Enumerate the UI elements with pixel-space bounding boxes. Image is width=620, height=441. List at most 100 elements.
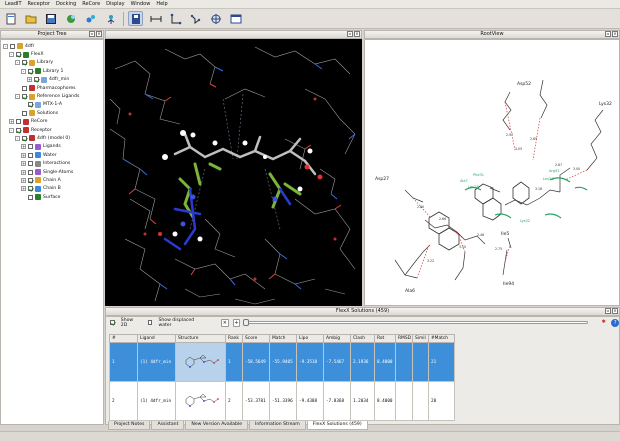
tree-item[interactable]: + Ligands	[1, 143, 103, 151]
visibility-checkbox[interactable]	[16, 52, 21, 58]
fragment-icon[interactable]	[83, 11, 98, 26]
tree-item[interactable]: - Library	[1, 59, 103, 67]
float-icon[interactable]: ▫	[605, 31, 611, 37]
column-header[interactable]: #	[109, 334, 138, 343]
collapse-icon[interactable]: -	[15, 135, 20, 141]
tree-item[interactable]: Solutions	[1, 109, 103, 117]
visibility-checkbox[interactable]	[22, 94, 27, 100]
tree-item[interactable]: - Library 1	[1, 67, 103, 75]
remove-icon[interactable]: ×	[221, 318, 229, 327]
expand-icon[interactable]: +	[21, 161, 26, 167]
visibility-checkbox[interactable]	[28, 68, 33, 74]
column-header[interactable]: Lipo	[296, 334, 324, 343]
bookmark-icon[interactable]	[128, 11, 143, 26]
save-icon[interactable]	[43, 11, 58, 26]
settings-icon[interactable]: ✱	[600, 319, 607, 327]
menu-receptor[interactable]: Receptor	[25, 0, 53, 9]
column-header[interactable]: Rank	[225, 334, 243, 343]
expand-icon[interactable]: +	[9, 119, 14, 125]
new-file-icon[interactable]	[3, 11, 18, 26]
menu-window[interactable]: Window	[128, 0, 154, 9]
tree-item[interactable]: Surface	[1, 193, 103, 201]
tree-item[interactable]: - 4dfr (model 0)	[1, 134, 103, 142]
visibility-checkbox[interactable]	[16, 127, 21, 133]
measure-distance-icon[interactable]	[148, 11, 163, 26]
visibility-checkbox[interactable]	[28, 186, 33, 192]
column-header[interactable]: Clash	[350, 334, 375, 343]
column-header[interactable]: Simil	[412, 334, 429, 343]
expand-icon[interactable]: +	[21, 177, 26, 183]
column-header[interactable]: Score	[242, 334, 270, 343]
menu-docking[interactable]: Docking	[53, 0, 79, 9]
tree-item[interactable]: + Single-Atoms	[1, 168, 103, 176]
tree-item[interactable]: - FlexX	[1, 50, 103, 58]
build-icon[interactable]	[103, 11, 118, 26]
visibility-checkbox[interactable]	[28, 144, 33, 150]
show-2d-checkbox[interactable]	[110, 320, 115, 325]
layout-icon[interactable]	[228, 11, 243, 26]
expand-icon[interactable]: +	[21, 144, 26, 150]
collapse-icon[interactable]: -	[15, 94, 20, 100]
open-folder-icon[interactable]	[23, 11, 38, 26]
expand-icon[interactable]: +	[21, 152, 26, 158]
tree-item[interactable]: - Reference Ligands	[1, 92, 103, 100]
visibility-checkbox[interactable]	[28, 194, 33, 200]
docking-icon[interactable]	[63, 11, 78, 26]
menu-help[interactable]: Help	[153, 0, 170, 9]
bottom-tab[interactable]: Information Stream	[249, 421, 306, 430]
visibility-checkbox[interactable]	[22, 85, 27, 91]
float-icon[interactable]: ▫	[605, 308, 611, 314]
visibility-checkbox[interactable]	[28, 177, 33, 183]
expand-icon[interactable]: +	[21, 186, 26, 192]
column-header[interactable]: #Match	[428, 334, 455, 343]
menu-leadit[interactable]: LeadIT	[2, 0, 25, 9]
column-header[interactable]: Structure	[175, 334, 226, 343]
collapse-icon[interactable]: -	[15, 60, 20, 66]
visibility-checkbox[interactable]	[22, 110, 27, 116]
tree-item[interactable]: + Interactions	[1, 159, 103, 167]
visibility-checkbox[interactable]	[28, 102, 33, 108]
bottom-tab[interactable]: New Version Available	[185, 421, 249, 430]
solution-slider[interactable]	[243, 319, 588, 326]
bottom-tab[interactable]: FlexX Solutions (459)	[306, 421, 368, 430]
menu-display[interactable]: Display	[103, 0, 127, 9]
visibility-checkbox[interactable]	[28, 152, 33, 158]
float-icon[interactable]: ▫	[89, 31, 95, 37]
menu-recore[interactable]: ReCore	[79, 0, 103, 9]
close-icon[interactable]: ×	[96, 31, 102, 37]
tree-item[interactable]: - 4dfr	[1, 42, 103, 50]
visibility-checkbox[interactable]	[16, 119, 21, 125]
bottom-tab[interactable]: Project Notes	[108, 421, 151, 430]
tree-item[interactable]: + Chain A	[1, 176, 103, 184]
float-icon[interactable]: ▫	[347, 31, 353, 37]
collapse-icon[interactable]: -	[21, 68, 26, 74]
tree-item[interactable]: Pharmacophores	[1, 84, 103, 92]
tree-item[interactable]: + Water	[1, 151, 103, 159]
visibility-checkbox[interactable]	[22, 60, 27, 66]
tree-item[interactable]: + Chain B	[1, 185, 103, 193]
collapse-icon[interactable]: -	[3, 43, 8, 49]
table-row[interactable]: 1 (1) 4dfr_min 1 -58.5649 -55.9405 -9.3518 -7.…	[109, 342, 455, 382]
measure-torsion-icon[interactable]	[188, 11, 203, 26]
slider-handle[interactable]	[243, 319, 250, 326]
column-header[interactable]: RMSD	[395, 334, 413, 343]
center-view-icon[interactable]	[208, 11, 223, 26]
measure-angle-icon[interactable]	[168, 11, 183, 26]
close-icon[interactable]: ×	[612, 308, 618, 314]
bottom-tab[interactable]: Assistant	[151, 421, 185, 430]
help-icon[interactable]: ?	[611, 318, 619, 327]
visibility-checkbox[interactable]	[10, 43, 15, 49]
2d-interaction-diagram[interactable]: Asp52 Lys32 Asp27 Ile5 Ala6 Ile94 Ala7 P…	[364, 39, 620, 306]
visibility-checkbox[interactable]	[28, 169, 33, 175]
tree-item[interactable]: MTX-1-A	[1, 101, 103, 109]
collapse-icon[interactable]: -	[9, 52, 14, 58]
add-icon[interactable]: +	[232, 318, 241, 327]
collapse-icon[interactable]: -	[9, 127, 14, 133]
show-displaced-water-checkbox[interactable]	[147, 320, 153, 325]
tree-item[interactable]: - Receptor	[1, 126, 103, 134]
close-icon[interactable]: ×	[612, 31, 618, 37]
visibility-checkbox[interactable]	[34, 77, 39, 83]
table-row[interactable]: 2 (1) 4dfr_min 2 -53.3781 -51.3396 -9.4388 -7.…	[109, 381, 455, 421]
expand-icon[interactable]: +	[21, 169, 26, 175]
tree-item[interactable]: + ReCore	[1, 118, 103, 126]
